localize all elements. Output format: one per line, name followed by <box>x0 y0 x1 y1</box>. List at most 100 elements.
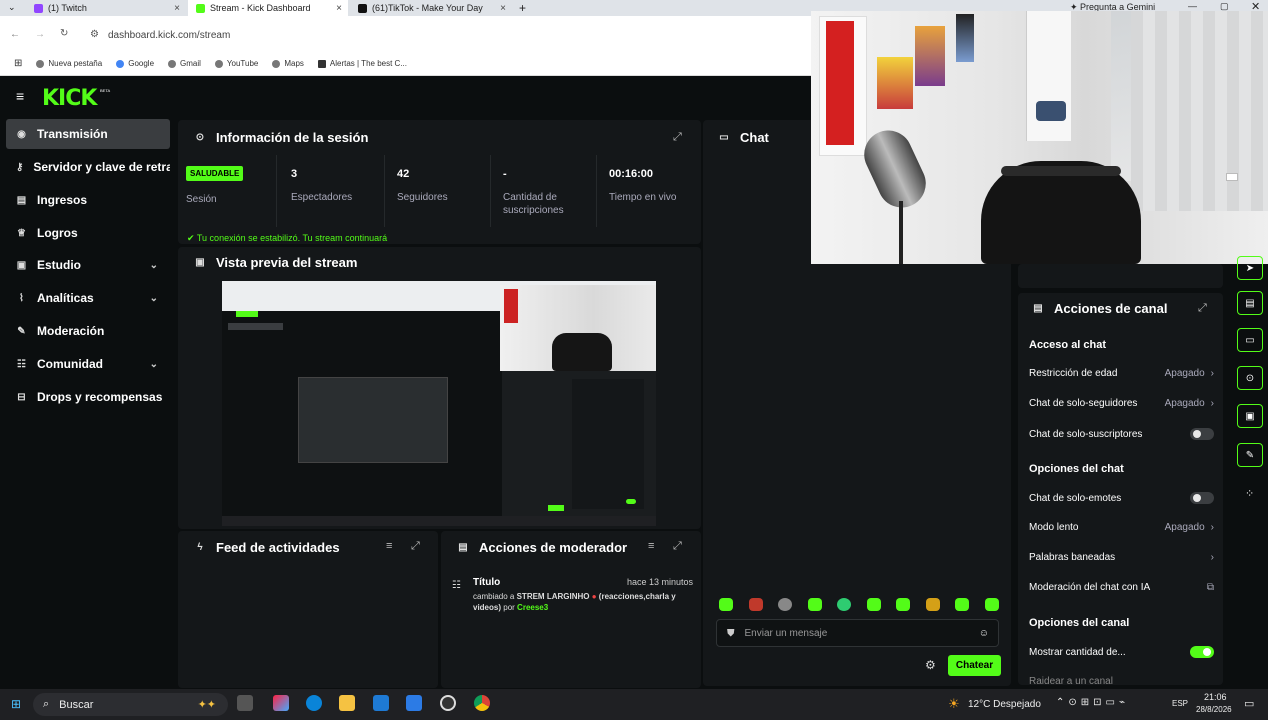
bookmark-youtube[interactable]: YouTube <box>214 59 258 68</box>
emotes-only-toggle[interactable] <box>1190 492 1214 504</box>
kick-icon <box>196 3 205 13</box>
chat-icon: ▭ <box>1245 334 1255 346</box>
bookmark-new-tab[interactable]: Nueva pestaña <box>36 59 102 68</box>
sidebar-item-moderacion[interactable]: ✎ Moderación <box>6 316 170 346</box>
tab-tiktok[interactable]: (61)TikTok - Make Your Day × <box>350 0 512 16</box>
taskbar-time[interactable]: 21:06 <box>1204 692 1227 702</box>
sidebar-item-servidor[interactable]: ⚷Servidor y clave de retransmisión <box>6 152 170 182</box>
sidebar-item-ingresos[interactable]: ▤ Ingresos <box>6 185 170 215</box>
emote-icon[interactable] <box>778 598 792 611</box>
emote-icon[interactable] <box>719 598 733 611</box>
connection-message: ✔ Tu conexión se estabilizó. Tu stream c… <box>187 233 388 243</box>
emote-icon[interactable] <box>867 598 881 611</box>
reload-icon[interactable]: ↻ <box>60 28 68 39</box>
close-icon[interactable]: × <box>174 3 180 14</box>
rail-notes-button[interactable]: ▤ <box>1237 291 1263 315</box>
apps-icon[interactable]: ⊞ <box>14 58 22 69</box>
sidebar-item-logros[interactable]: ♕ Logros <box>6 218 170 248</box>
store-icon[interactable] <box>373 695 389 711</box>
windows-start-icon[interactable]: ⊞ <box>11 697 21 711</box>
copilot-icon[interactable] <box>273 695 289 711</box>
rail-more-icon[interactable]: ⁘ <box>1245 487 1254 500</box>
bookmark-alertas[interactable]: Alertas | The best C... <box>317 59 407 68</box>
mod-entry-heading: Título <box>473 577 501 588</box>
rail-launch-button[interactable]: ➤ <box>1237 256 1263 280</box>
users-icon: ☷ <box>452 580 461 591</box>
expand-icon[interactable]: ⤢ <box>411 540 420 553</box>
filter-icon[interactable]: ≡ <box>648 540 654 552</box>
chat-input[interactable]: ⛊ Enviar un mensaje ☺ <box>716 619 999 647</box>
emoji-icon[interactable]: ☺ <box>979 628 989 639</box>
sidebar-item-comunidad[interactable]: ☷ Comunidad ⌄ <box>6 349 170 379</box>
mail-icon[interactable] <box>406 695 422 711</box>
notification-icon[interactable]: ▭ <box>1244 697 1254 710</box>
emote-icon[interactable] <box>749 598 763 611</box>
rail-moderation-button[interactable]: ✎ <box>1237 443 1263 467</box>
lightning-icon: ϟ <box>197 542 203 553</box>
emote-icon[interactable] <box>808 598 822 611</box>
site-info-icon[interactable]: ⚙ <box>90 29 99 40</box>
bookmark-gmail[interactable]: Gmail <box>168 59 201 68</box>
ai-moderation-row[interactable]: Moderación del chat con IA ⧉ <box>1029 582 1214 593</box>
emote-icon[interactable] <box>896 598 910 611</box>
emote-icon[interactable] <box>837 598 851 611</box>
expand-icon[interactable]: ⤢ <box>1198 302 1207 315</box>
twitch-icon <box>34 3 43 13</box>
chevron-right-icon: › <box>1210 522 1214 533</box>
chat-title: ▭ Chat <box>719 130 769 145</box>
taskbar-search[interactable]: ⌕ Buscar ✦✦ <box>33 693 228 716</box>
broadcast-icon: ◉ <box>17 128 26 140</box>
taskbar-date[interactable]: 28/8/2026 <box>1196 705 1232 714</box>
emote-icon[interactable] <box>926 598 940 611</box>
beta-tag: BETA <box>100 88 111 93</box>
url-field[interactable]: dashboard.kick.com/stream <box>108 30 230 41</box>
wrench-icon: ✎ <box>17 325 26 337</box>
stream-preview-video[interactable] <box>222 281 656 526</box>
emote-icon[interactable] <box>955 598 969 611</box>
language-indicator[interactable]: ESP <box>1172 699 1188 708</box>
chat-settings-icon[interactable]: ⚙ <box>925 658 936 672</box>
new-tab-button[interactable]: + <box>519 1 526 15</box>
bookmark-google[interactable]: Google <box>116 59 154 68</box>
tab-list-icon[interactable]: ⌄ <box>8 2 16 13</box>
sidebar-item-analiticas[interactable]: ⌇ Analíticas ⌄ <box>6 283 170 313</box>
obs-icon[interactable] <box>440 695 456 711</box>
rail-stream-button[interactable]: ⊙ <box>1237 366 1263 390</box>
emote-icon[interactable] <box>985 598 999 611</box>
slow-mode-row[interactable]: Modo lento Apagado › <box>1029 522 1214 533</box>
tab-kick-dashboard[interactable]: Stream - Kick Dashboard × <box>188 0 348 16</box>
stat-subscriptions: - Cantidad de suscripciones <box>495 155 597 227</box>
back-icon[interactable]: ← <box>10 29 20 40</box>
age-restriction-row[interactable]: Restricción de edad Apagado › <box>1029 368 1214 379</box>
chat-send-button[interactable]: Chatear <box>948 655 1001 676</box>
close-icon[interactable]: × <box>336 3 342 14</box>
filter-icon[interactable]: ≡ <box>386 540 392 552</box>
forward-icon[interactable]: → <box>35 29 45 40</box>
bookmark-maps[interactable]: Maps <box>272 59 304 68</box>
banned-words-row[interactable]: Palabras baneadas › <box>1029 552 1214 563</box>
expand-icon[interactable]: ⤢ <box>673 131 682 144</box>
expand-icon[interactable]: ⤢ <box>673 540 682 553</box>
menu-icon[interactable]: ≡ <box>16 88 24 104</box>
tray-icons[interactable]: ⌃⊙⊞⊡▭⌁ <box>1056 697 1129 708</box>
minimize-button[interactable]: — <box>1188 1 1197 11</box>
edge-icon[interactable] <box>306 695 322 711</box>
close-icon[interactable]: × <box>500 3 506 14</box>
task-view-icon[interactable] <box>237 695 253 711</box>
chrome-icon[interactable] <box>474 695 490 711</box>
kick-header: ≡ KICK BETA <box>0 76 810 118</box>
rail-chat-button[interactable]: ▭ <box>1237 328 1263 352</box>
kick-logo[interactable]: KICK <box>42 86 97 111</box>
weather-text[interactable]: 12°C Despejado <box>968 699 1041 710</box>
followers-only-row[interactable]: Chat de solo-seguidores Apagado › <box>1029 398 1214 409</box>
sidebar-item-drops[interactable]: ⊟ Drops y recompensas <box>6 382 170 412</box>
tab-twitch[interactable]: (1) Twitch × <box>26 0 186 16</box>
show-count-toggle[interactable] <box>1190 646 1214 658</box>
file-explorer-icon[interactable] <box>339 695 355 711</box>
chevron-right-icon: › <box>1210 368 1214 379</box>
raid-row[interactable]: Raidear a un canal <box>1029 676 1214 685</box>
subs-only-toggle[interactable] <box>1190 428 1214 440</box>
sidebar-item-transmision[interactable]: ◉ Transmisión <box>6 119 170 149</box>
sidebar-item-estudio[interactable]: ▣ Estudio ⌄ <box>6 250 170 280</box>
rail-channel-button[interactable]: ▣ <box>1237 404 1263 428</box>
